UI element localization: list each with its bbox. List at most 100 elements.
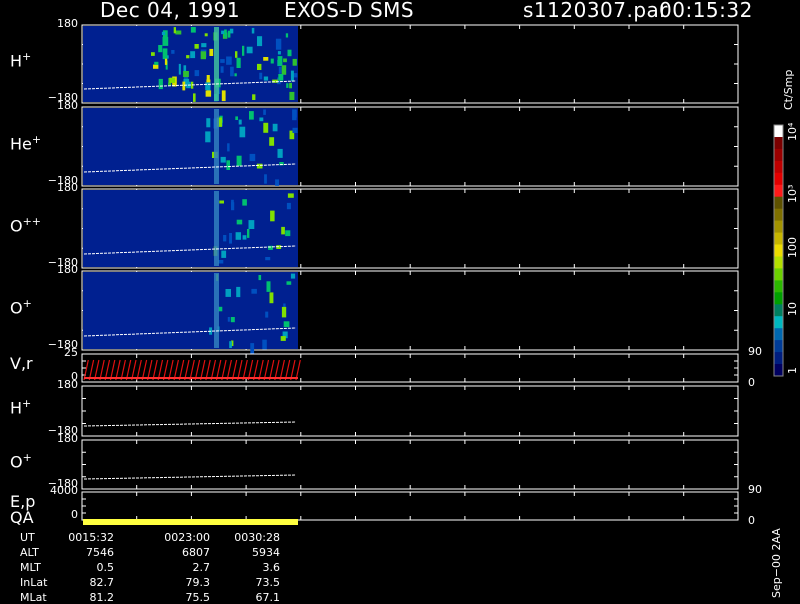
spectrogram-cell — [283, 58, 287, 63]
spectrogram-cell — [227, 317, 230, 322]
spectrogram-cell — [220, 59, 225, 63]
colorbar-tick-label: 10 — [786, 302, 799, 316]
spectrogram-cell — [290, 273, 296, 279]
spectrogram-field — [83, 190, 298, 267]
colorbar-tick-label: 1 — [786, 367, 799, 374]
colorbar-segment — [774, 137, 783, 150]
spectrogram-cell — [251, 27, 255, 34]
spectrogram-cell — [281, 306, 287, 318]
ephemeris-label: MLT — [20, 561, 41, 574]
spectrogram-cell — [236, 155, 242, 166]
ephemeris-label: InLat — [20, 576, 48, 589]
spectrogram-cell — [272, 123, 278, 132]
ephemeris-value: 67.1 — [255, 591, 281, 604]
spectrogram-cell — [169, 77, 176, 83]
spectrogram-cell — [230, 317, 235, 323]
spectrogram-cell — [226, 56, 232, 65]
spectrogram-cell — [162, 48, 168, 60]
spectrogram-cell — [292, 127, 298, 133]
spectrogram-cell — [224, 29, 227, 38]
ephemeris-value: 0030:28 — [234, 531, 280, 544]
spectrogram-cell — [234, 73, 237, 77]
ephemeris-value: 0015:32 — [68, 531, 114, 544]
spectrogram-cell — [229, 233, 232, 244]
plot-time: 00:15:32 — [659, 0, 753, 22]
spectrogram-cell — [190, 27, 196, 33]
spectrogram-cell — [158, 78, 163, 90]
panel-frame — [81, 385, 739, 437]
colorbar-segment — [774, 364, 783, 377]
colorbar-segment — [774, 340, 783, 353]
panel-frame — [81, 491, 739, 521]
spectrogram-cell — [250, 343, 255, 354]
ephemeris-value: 0.5 — [96, 561, 115, 574]
spectrogram-cell — [265, 311, 269, 318]
spectrogram-cell — [221, 250, 227, 258]
spectrogram-cell — [229, 341, 232, 348]
spectrogram-cell — [154, 61, 159, 65]
spectrogram-cell — [280, 336, 286, 341]
spectrogram-cell — [201, 43, 207, 48]
spectrogram-cell — [257, 63, 262, 70]
ephemeris-value: 6807 — [182, 546, 210, 559]
spectrogram-cell — [263, 109, 266, 115]
spectrogram-cell — [194, 44, 199, 49]
colorbar-segment — [774, 160, 783, 174]
ephemeris-label: MLat — [20, 591, 47, 604]
spectrogram-cell — [278, 74, 284, 81]
spectrogram-cell — [263, 122, 269, 133]
spectrogram-field — [83, 272, 298, 349]
colorbar-segment — [774, 196, 783, 210]
colorbar-segment — [774, 256, 783, 269]
spectrogram-cell — [236, 286, 241, 298]
spectrogram-cell — [287, 49, 292, 57]
colorbar-segment — [774, 316, 783, 329]
spectrogram-cell — [277, 51, 281, 55]
spectrogram-column — [214, 273, 219, 348]
spectrogram-cell — [259, 117, 264, 122]
colorbar-segment — [774, 125, 783, 138]
spectrogram-cell — [200, 51, 206, 60]
spectrogram-cell — [263, 57, 269, 61]
colorbar-segment — [774, 280, 783, 293]
right-tick-top: 90 — [748, 345, 762, 358]
spectrogram-cell — [220, 156, 226, 163]
spectrogram-cell — [205, 131, 211, 143]
ephemeris-value: 82.7 — [89, 576, 115, 589]
y-tick-top: 180 — [57, 99, 78, 112]
spectrogram-cell — [238, 119, 242, 125]
spectrogram-cell — [151, 52, 155, 56]
panel-label: V,r — [10, 354, 33, 373]
y-tick-top: 4000 — [50, 484, 78, 497]
spectrogram-cell — [287, 193, 294, 198]
spectrogram-cell — [263, 76, 269, 81]
spectrogram-cell — [277, 148, 283, 158]
spectrogram-cell — [270, 58, 274, 64]
spectrogram-cell — [251, 288, 257, 294]
spectrogram-cell — [290, 70, 294, 82]
spectrogram-cell — [256, 163, 263, 169]
spectrogram-cell — [226, 160, 230, 170]
spectrogram-column — [214, 109, 219, 184]
qa-label: QA — [10, 508, 34, 527]
spectrogram-cell — [286, 281, 292, 285]
spectrogram-cell — [275, 179, 279, 186]
plot-filename: s1120307.par — [523, 0, 669, 22]
spectrogram-plot — [81, 24, 784, 525]
spectrogram-cell — [153, 64, 159, 69]
spectrogram-cell — [286, 83, 289, 88]
spectrogram-cell — [258, 275, 262, 281]
spectrogram-field — [83, 26, 298, 102]
spectrogram-cell — [286, 202, 291, 210]
spectrogram-field — [83, 108, 298, 185]
spectrogram-cell — [242, 45, 245, 56]
spectrogram-cell — [236, 57, 241, 68]
spectrogram-cell — [229, 28, 234, 34]
colorbar-segment — [774, 244, 783, 257]
spectrogram-cell — [219, 200, 224, 204]
spectrogram-cell — [158, 45, 163, 53]
spectrogram-cell — [205, 82, 211, 90]
spectrogram-cell — [175, 30, 182, 35]
ephemeris-value: 7546 — [86, 546, 114, 559]
plot-date: Dec 04, 1991 — [100, 0, 241, 22]
